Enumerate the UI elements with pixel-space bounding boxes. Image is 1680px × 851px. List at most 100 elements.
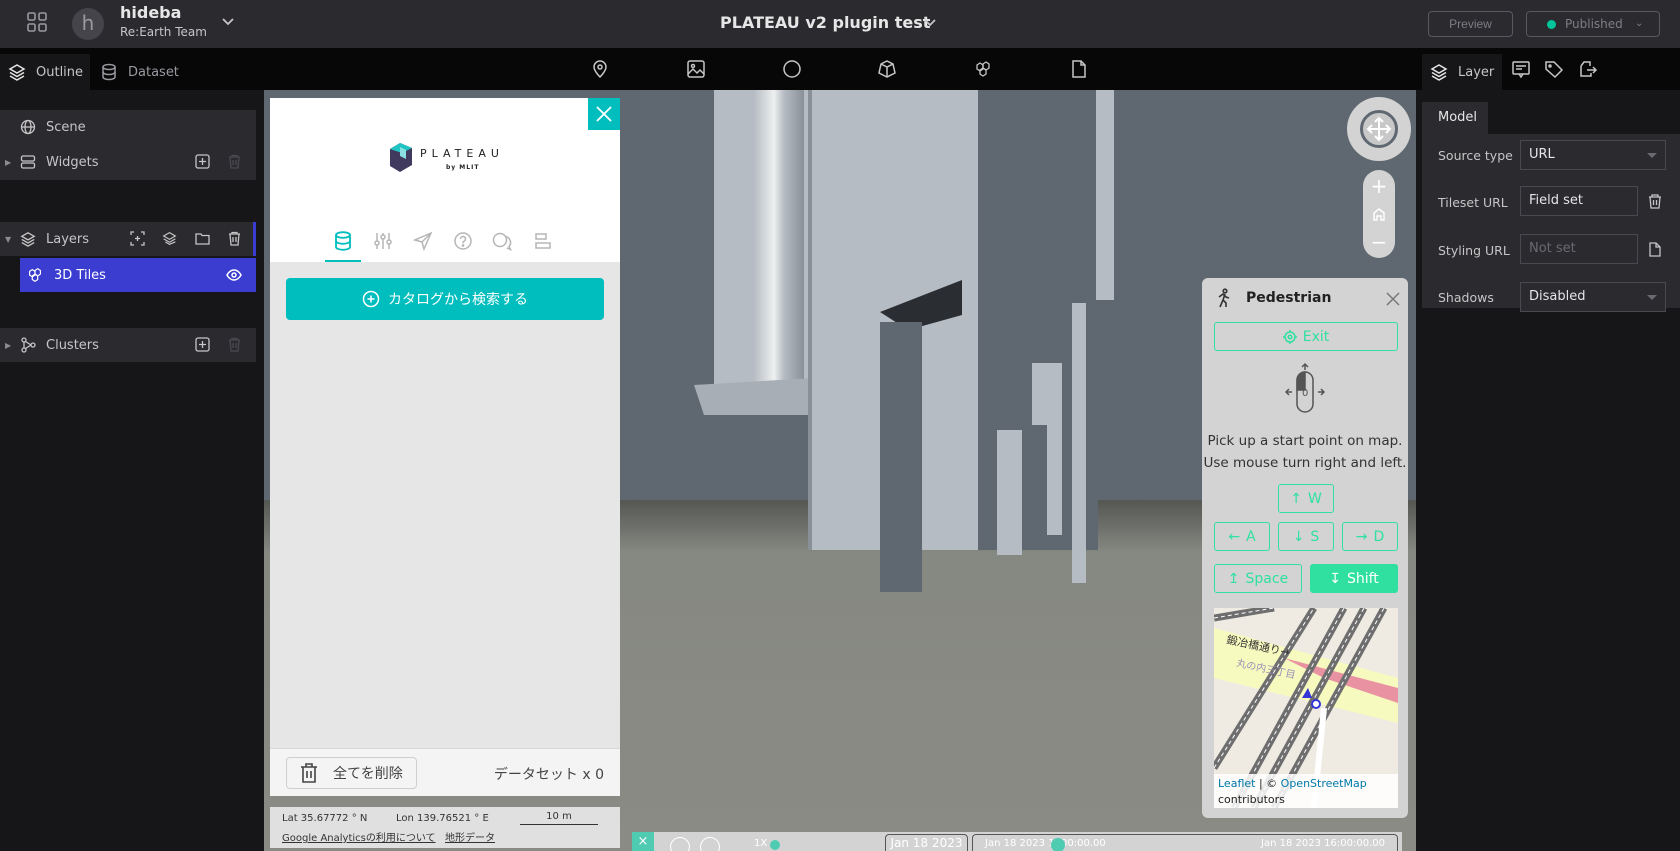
marker-icon[interactable] [590,59,610,79]
zoom-out-button[interactable]: − [1363,228,1395,256]
pan-control[interactable] [1360,110,1398,148]
tab-dataset[interactable]: Dataset [92,54,192,90]
top-header: h hideba Re:Earth Team PLATEAU v2 plugin… [0,0,1680,48]
speed-slider-handle[interactable] [770,840,780,850]
outline-item-clusters[interactable]: ▶ Clusters [0,328,256,362]
sphere-icon[interactable] [782,59,802,79]
database-icon [102,63,116,81]
infobox-icon[interactable] [1511,59,1531,79]
source-type-select[interactable]: URL [1520,140,1666,170]
shadows-value: Disabled [1529,289,1586,304]
mini-map[interactable]: 鍛冶橋通り→ 丸の内三丁目 Leaflet | © OpenStreetMap … [1214,608,1398,808]
export-icon[interactable] [1578,59,1598,79]
timeline-track[interactable]: Jan 18 2023 1 :00:00.00 Jan 18 2023 16:0… [972,834,1398,851]
catalog-search-label: カタログから検索する [388,292,528,308]
trash-icon[interactable] [1648,194,1662,209]
file-icon[interactable] [1648,242,1662,257]
outline-item-scene[interactable]: Scene [0,110,256,144]
preview-button[interactable]: Preview [1428,11,1513,37]
plugin-tab-feedback[interactable] [485,231,521,262]
project-menu-chevron-icon[interactable] [922,15,938,31]
focus-layer-icon[interactable] [130,231,145,246]
home-button[interactable] [1363,200,1395,228]
close-timeline-button[interactable]: × [632,832,654,851]
expand-icon[interactable]: ▶ [5,341,11,350]
catalog-search-button[interactable]: カタログから検索する [286,278,604,320]
key-label: Space [1245,570,1289,587]
key-s[interactable]: ↓ S [1278,522,1334,551]
plugin-tab-template[interactable] [525,231,561,262]
plugin-tab-settings[interactable] [365,231,401,262]
help-line-2: Use mouse turn right and left. [1203,455,1407,471]
layers-icon [8,64,26,81]
plugin-tab-share[interactable] [405,231,441,262]
key-label: D [1373,528,1385,545]
photo-overlay-icon[interactable] [686,59,706,79]
source-type-value: URL [1529,147,1555,162]
play-backward-button[interactable] [670,837,690,851]
delete-cluster-icon[interactable] [227,337,242,352]
3d-tiles-icon[interactable] [973,59,993,79]
add-cluster-icon[interactable] [195,337,210,352]
home-icon [1373,208,1385,221]
styling-url-field[interactable]: Not set [1520,234,1638,264]
google-analytics-link[interactable]: Google Analyticsの利用について [282,829,436,844]
outline-item-widgets[interactable]: ▶ Widgets [0,145,256,179]
add-layer-icon[interactable] [162,231,177,246]
timeline-start: Jan 18 2023 1 :00:00.00 [985,838,1106,849]
scale-bar: 10 m [520,811,598,825]
section-tab-model[interactable]: Model [1422,102,1488,134]
mouse-control-icon: 0 [1284,362,1326,418]
openstreetmap-link[interactable]: OpenStreetMap [1281,777,1367,790]
add-folder-icon[interactable] [195,231,210,246]
close-plugin-button[interactable] [588,98,620,130]
avatar[interactable]: h [72,8,104,40]
exit-button[interactable]: Exit [1214,322,1398,351]
outline-item-layers[interactable]: ▼ Layers [0,222,256,256]
shadows-select[interactable]: Disabled [1520,282,1666,312]
layers-icon [20,231,36,247]
delete-layer-icon[interactable] [227,231,242,246]
logo-sub: by MLIT [446,164,479,171]
target-icon [1282,329,1297,344]
key-w[interactable]: ↑ W [1278,484,1334,513]
key-d[interactable]: → D [1342,522,1398,551]
terrain-data-link[interactable]: 地形データ [445,829,495,844]
expand-icon[interactable]: ▶ [5,158,11,167]
file-icon[interactable] [1069,59,1089,79]
close-icon [1386,292,1400,306]
arrow-up-bar-icon: ↥ [1227,570,1240,587]
add-widget-icon[interactable] [195,154,210,169]
key-a[interactable]: ← A [1214,522,1270,551]
plugin-tab-help[interactable] [445,231,481,262]
map-attribution: Leaflet | © OpenStreetMap contributors [1214,774,1398,808]
play-forward-button[interactable] [700,837,720,851]
model-icon[interactable] [877,59,897,79]
compass-control[interactable] [1347,97,1411,161]
tileset-url-field[interactable]: Field set [1520,186,1638,216]
eye-icon[interactable] [226,268,242,282]
collapse-icon[interactable]: ▼ [5,235,11,244]
clear-all-button[interactable]: 全てを削除 [286,757,417,789]
plugin-tab-dataset[interactable] [325,231,361,262]
dropdown-arrow-icon [1647,153,1657,158]
zoom-in-button[interactable]: + [1363,172,1395,200]
chevron-down-icon[interactable] [220,14,236,30]
key-space[interactable]: ↥ Space [1214,564,1302,593]
publish-status-button[interactable]: Published ⌄ [1526,11,1660,37]
project-title: PLATEAU v2 plugin test [720,13,931,32]
leaflet-link[interactable]: Leaflet [1218,777,1255,790]
sliders-icon [374,233,392,249]
tab-outline[interactable]: Outline [0,54,90,90]
delete-widget-icon[interactable] [227,154,242,169]
timeline-handle[interactable] [1051,838,1065,851]
close-pedestrian-button[interactable] [1386,292,1400,306]
timeline-end: Jan 18 2023 16:00:00.00 [1261,838,1385,849]
tag-icon[interactable] [1544,59,1564,79]
map-viewport[interactable]: PLATEAU by MLIT カタログから検索する 全てを削除 データセット … [264,90,1416,851]
workspace-switcher[interactable]: hideba Re:Earth Team [120,3,207,39]
apps-grid-icon[interactable] [26,11,48,33]
tab-layer[interactable]: Layer [1422,54,1502,90]
layer-item-3d-tiles[interactable]: 3D Tiles [20,258,256,292]
key-shift[interactable]: ↧ Shift [1310,564,1398,593]
